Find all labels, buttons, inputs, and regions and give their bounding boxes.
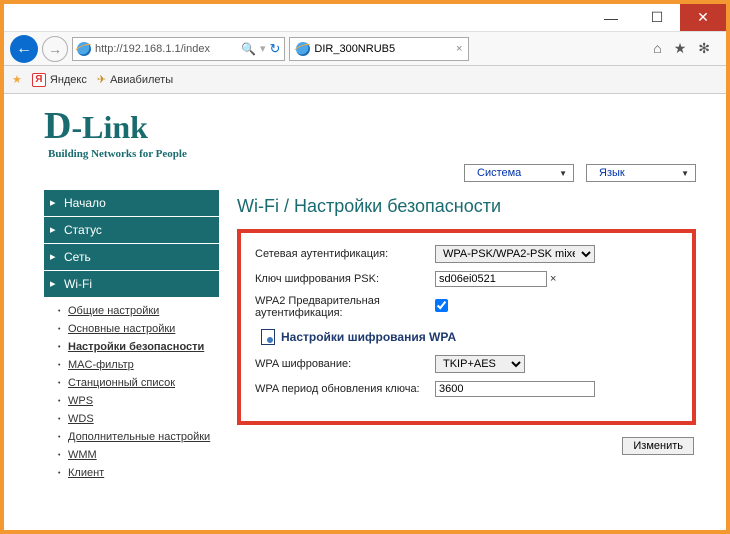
sub-general[interactable]: Общие настройки — [68, 302, 219, 320]
yandex-icon: Я — [32, 73, 46, 87]
psk-clear-icon[interactable]: × — [550, 273, 556, 285]
period-input[interactable] — [435, 381, 595, 397]
enc-label: WPA шифрование: — [255, 358, 435, 370]
sidebar-item-status[interactable]: Статус — [44, 217, 219, 244]
sub-wds[interactable]: WDS — [68, 410, 219, 428]
document-icon — [261, 329, 275, 345]
search-icon[interactable]: 🔍 — [241, 42, 256, 56]
preauth-label: WPA2 Предварительная аутентификация: — [255, 295, 435, 319]
period-label: WPA период обновления ключа: — [255, 383, 435, 395]
window-titlebar: — ☐ ✕ — [4, 4, 726, 32]
minimize-button[interactable]: — — [588, 4, 634, 31]
favorites-bar: ★ ЯЯндекс ✈Авиабилеты — [4, 66, 726, 94]
sidebar: Начало Статус Сеть Wi-Fi Общие настройки… — [44, 190, 219, 486]
sidebar-item-wifi[interactable]: Wi-Fi — [44, 271, 219, 298]
language-menu[interactable]: Язык — [586, 164, 696, 182]
back-button[interactable]: ← — [10, 35, 38, 63]
wifi-submenu: Общие настройки Основные настройки Настр… — [44, 298, 219, 486]
psk-label: Ключ шифрования PSK: — [255, 273, 435, 285]
net-auth-label: Сетевая аутентификация: — [255, 248, 435, 260]
sub-macfilter[interactable]: MAC-фильтр — [68, 356, 219, 374]
page-icon — [296, 42, 310, 56]
add-favorite[interactable]: ★ — [12, 73, 22, 86]
sub-client[interactable]: Клиент — [68, 464, 219, 482]
favorites-icon[interactable]: ★ — [674, 40, 687, 57]
tab-title: DIR_300NRUB5 — [314, 43, 452, 55]
page-content: D-Link Building Networks for People Сист… — [4, 94, 726, 531]
forward-button[interactable]: → — [42, 36, 68, 62]
tab-close-icon[interactable]: × — [456, 43, 462, 55]
sub-wmm[interactable]: WMM — [68, 446, 219, 464]
home-icon[interactable]: ⌂ — [653, 40, 661, 57]
maximize-button[interactable]: ☐ — [634, 4, 680, 31]
sub-basic[interactable]: Основные настройки — [68, 320, 219, 338]
ie-icon — [77, 42, 91, 56]
wpa-section-header: Настройки шифрования WPA — [261, 329, 678, 345]
url-field-wrap[interactable]: 🔍 ▾ ↻ — [72, 37, 285, 61]
preauth-checkbox[interactable] — [435, 299, 448, 312]
system-menu[interactable]: Система — [464, 164, 574, 182]
enc-select[interactable]: TKIP+AES — [435, 355, 525, 373]
fav-aviabilety[interactable]: ✈Авиабилеты — [97, 73, 173, 86]
net-auth-select[interactable]: WPA-PSK/WPA2-PSK mixed — [435, 245, 595, 263]
apply-button[interactable]: Изменить — [622, 437, 694, 455]
psk-input[interactable] — [435, 271, 547, 287]
sub-wps[interactable]: WPS — [68, 392, 219, 410]
refresh-icon[interactable]: ↻ — [269, 41, 280, 57]
dlink-logo: D-Link Building Networks for People — [44, 104, 726, 160]
url-input[interactable] — [95, 43, 237, 55]
sub-stationlist[interactable]: Станционный список — [68, 374, 219, 392]
settings-form: Сетевая аутентификация: WPA-PSK/WPA2-PSK… — [237, 229, 696, 425]
star-icon: ★ — [12, 73, 22, 86]
plane-icon: ✈ — [97, 73, 106, 86]
browser-tab[interactable]: DIR_300NRUB5 × — [289, 37, 469, 61]
sidebar-item-nachalo[interactable]: Начало — [44, 190, 219, 217]
main-panel: Wi-Fi / Настройки безопасности Сетевая а… — [237, 190, 726, 486]
close-button[interactable]: ✕ — [680, 4, 726, 31]
fav-yandex[interactable]: ЯЯндекс — [32, 73, 87, 87]
sub-adv[interactable]: Дополнительные настройки — [68, 428, 219, 446]
sub-security[interactable]: Настройки безопасности — [68, 338, 219, 356]
browser-window: — ☐ ✕ ← → 🔍 ▾ ↻ DIR_300NRUB5 × ⌂ ★ ✻ ★ Я… — [0, 0, 730, 534]
tools-gear-icon[interactable]: ✻ — [698, 40, 710, 57]
address-bar: ← → 🔍 ▾ ↻ DIR_300NRUB5 × ⌂ ★ ✻ — [4, 32, 726, 66]
toolbar-icons: ⌂ ★ ✻ — [653, 40, 720, 57]
breadcrumb: Wi-Fi / Настройки безопасности — [237, 190, 696, 229]
sidebar-item-set[interactable]: Сеть — [44, 244, 219, 271]
